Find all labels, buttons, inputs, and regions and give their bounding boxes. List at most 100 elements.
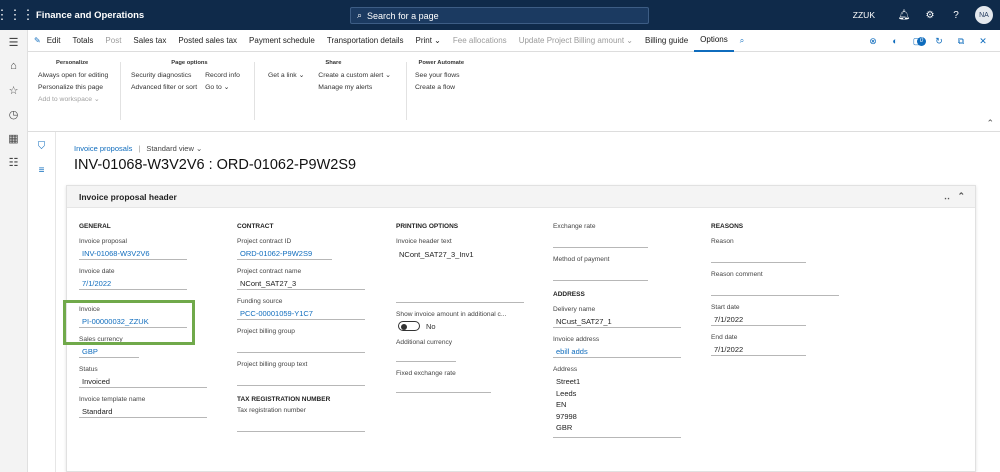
project-contract-name-field[interactable]: NCont_SAT27_3 <box>237 278 365 290</box>
section-title: REASONS <box>711 223 744 230</box>
toggle-value: No <box>426 321 436 331</box>
contract-section: CONTRACT Project contract ID ORD-01062-P… <box>237 223 365 440</box>
card-header[interactable]: Invoice proposal header ‥ ⌃ <box>67 186 975 208</box>
cmd-update-project-billing-amount[interactable]: Update Project Billing amount ⌄ <box>513 30 639 52</box>
reason-field[interactable] <box>711 251 806 263</box>
bell-icon[interactable]: 🔔︎ <box>891 10 917 21</box>
list-view-icon[interactable]: ≡ <box>28 158 55 182</box>
end-date-field[interactable]: 7/1/2022 <box>711 344 806 356</box>
invoice-address-field[interactable]: ebill adds <box>553 346 681 358</box>
toggle-switch[interactable] <box>398 321 420 331</box>
view-selector[interactable]: Standard view ⌄ <box>146 144 202 153</box>
app-name[interactable]: Finance and Operations <box>36 10 144 21</box>
cmd-payment-schedule[interactable]: Payment schedule <box>243 30 321 52</box>
funding-source-field[interactable]: PCC-00001059-Y1C7 <box>237 308 365 320</box>
group-title: Personalize <box>56 60 89 66</box>
close-icon[interactable]: ✕ <box>972 36 994 47</box>
tax-registration-number-field[interactable] <box>237 420 365 432</box>
breadcrumb-link[interactable]: Invoice proposals <box>74 144 132 153</box>
ribbon-always-open-editing[interactable]: Always open for editing <box>38 70 108 82</box>
home-icon[interactable]: ⌂ <box>0 54 27 78</box>
invoice-proposal-field[interactable]: INV-01068-W3V2V6 <box>79 248 187 260</box>
help-icon[interactable]: ? <box>943 10 969 21</box>
address-line: 97998 <box>556 411 577 421</box>
ribbon-go-to[interactable]: Go to ⌄ <box>205 82 240 94</box>
sales-currency-field[interactable]: GBP <box>79 346 139 358</box>
group-power-automate: Power Automate See your flows Create a f… <box>415 60 468 94</box>
hamburger-icon[interactable]: ☰ <box>0 30 27 54</box>
invoice-date-field[interactable]: 7/1/2022 <box>79 278 187 290</box>
cmd-billing-guide[interactable]: Billing guide <box>639 30 694 52</box>
cmd-sales-tax[interactable]: Sales tax <box>127 30 172 52</box>
edit-pencil-icon: ✎ <box>34 36 41 45</box>
top-bar: ⋮⋮⋮ Finance and Operations ⌕ Search for … <box>0 0 1000 30</box>
office-icon[interactable]: ◐ <box>884 36 906 46</box>
ribbon-add-to-workspace[interactable]: Add to workspace ⌄ <box>38 94 108 106</box>
divider <box>406 62 407 120</box>
notifications-icon[interactable]: ▢0 <box>906 36 928 47</box>
field-label: Additional currency <box>396 339 453 346</box>
cmd-options[interactable]: Options <box>694 30 734 52</box>
list-icon[interactable]: ☷ <box>0 150 27 174</box>
status-field[interactable]: Invoiced <box>79 376 207 388</box>
refresh-icon[interactable]: ↻ <box>928 36 950 47</box>
open-new-window-icon[interactable]: ⧉ <box>950 36 972 47</box>
breadcrumb-separator: | <box>138 144 141 153</box>
address-field[interactable]: Street1 Leeds EN 97998 GBR <box>553 376 681 438</box>
method-of-payment-field[interactable] <box>553 269 648 281</box>
field-label: End date <box>711 334 738 341</box>
star-icon[interactable]: ☆ <box>0 78 27 102</box>
reason-comment-field[interactable] <box>711 284 839 296</box>
clock-icon[interactable]: ◷ <box>0 102 27 126</box>
filter-icon[interactable]: ⛉ <box>28 134 55 158</box>
section-title: GENERAL <box>79 223 111 230</box>
cmd-print[interactable]: Print ⌄ <box>410 30 447 52</box>
cmd-totals[interactable]: Totals <box>67 30 100 52</box>
field-label: Fixed exchange rate <box>396 370 456 377</box>
app-launcher-icon[interactable]: ⋮⋮⋮ <box>0 0 35 30</box>
project-billing-group-field[interactable] <box>237 341 365 353</box>
ribbon-manage-alerts[interactable]: Manage my alerts <box>318 82 391 94</box>
section-title: CONTRACT <box>237 223 274 230</box>
attach-icon[interactable]: ⊗ <box>862 36 884 47</box>
field-label: Project billing group text <box>237 361 308 368</box>
invoice-header-text-field[interactable]: NCont_SAT27_3_Inv1 <box>396 248 524 303</box>
card-controls[interactable]: ‥ ⌃ <box>944 191 965 202</box>
search-icon: ⌕ <box>357 10 363 20</box>
project-billing-group-text-field[interactable] <box>237 374 365 386</box>
field-label: Project billing group <box>237 328 295 335</box>
exchange-rate-field[interactable] <box>553 236 648 248</box>
collapse-ribbon-icon[interactable]: ⌃ <box>986 118 994 129</box>
ribbon-get-link[interactable]: Get a link ⌄ <box>268 70 304 82</box>
ribbon-record-info[interactable]: Record info <box>205 70 240 82</box>
search-icon[interactable]: ⌕ <box>734 30 750 52</box>
ribbon-security-diagnostics[interactable]: Security diagnostics <box>131 70 197 82</box>
invoice-template-field[interactable]: Standard <box>79 406 207 418</box>
group-title: Power Automate <box>418 60 465 66</box>
cmd-edit[interactable]: Edit <box>41 30 67 52</box>
start-date-field[interactable]: 7/1/2022 <box>711 314 806 326</box>
fixed-exchange-rate-field[interactable] <box>396 381 491 393</box>
company-selector[interactable]: ZZUK <box>853 10 875 20</box>
ribbon-personalize-page[interactable]: Personalize this page <box>38 82 108 94</box>
additional-currency-field[interactable] <box>396 350 456 362</box>
cmd-transportation-details[interactable]: Transportation details <box>321 30 410 52</box>
ribbon-create-alert[interactable]: Create a custom alert ⌄ <box>318 70 391 82</box>
show-invoice-amount-toggle[interactable]: No <box>396 321 524 331</box>
cmd-fee-allocations[interactable]: Fee allocations <box>447 30 513 52</box>
gear-icon[interactable]: ⚙ <box>917 10 943 21</box>
ribbon-see-flows[interactable]: See your flows <box>415 70 460 82</box>
search-placeholder: Search for a page <box>367 10 439 21</box>
project-contract-id-field[interactable]: ORD-01062-P9W2S9 <box>237 248 332 260</box>
ribbon-advanced-filter[interactable]: Advanced filter or sort <box>131 82 197 94</box>
cmd-post[interactable]: Post <box>99 30 127 52</box>
ribbon-create-flow[interactable]: Create a flow <box>415 82 460 94</box>
field-label: Address <box>553 366 578 373</box>
address-line: Street1 <box>556 377 581 386</box>
cmd-posted-sales-tax[interactable]: Posted sales tax <box>172 30 243 52</box>
search-box[interactable]: ⌕ Search for a page <box>350 7 649 24</box>
field-label: Exchange rate <box>553 223 596 230</box>
avatar[interactable]: NA <box>975 6 993 24</box>
workspace-icon[interactable]: ▦ <box>0 126 27 150</box>
delivery-name-field[interactable]: NCust_SAT27_1 <box>553 316 681 328</box>
